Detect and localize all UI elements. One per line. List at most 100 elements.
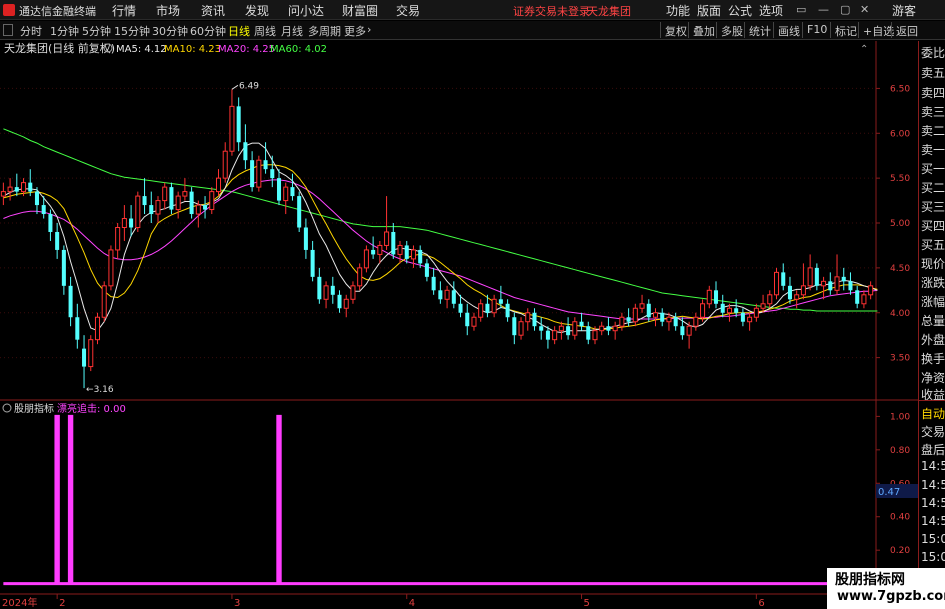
- candle-body: [821, 280, 827, 287]
- panel-toggle-icon[interactable]: [3, 24, 13, 36]
- candle-body: [478, 303, 484, 318]
- f10-button[interactable]: F10: [802, 22, 831, 38]
- candle-body: [465, 312, 470, 327]
- candle-body: [189, 191, 194, 215]
- sub-indicator-settings-icon[interactable]: [2, 403, 12, 413]
- mark-button[interactable]: 标记: [830, 22, 861, 38]
- tab-15min[interactable]: 15分钟: [114, 23, 150, 39]
- ma10-path: [3, 164, 878, 331]
- candle-body: [525, 312, 531, 323]
- tab-daily[interactable]: 日线: [228, 23, 250, 39]
- fuquan-button[interactable]: 复权: [660, 22, 691, 38]
- menu-gongshi[interactable]: 公式: [728, 2, 752, 19]
- tab-5min[interactable]: 5分钟: [82, 23, 111, 39]
- candle-body: [680, 326, 685, 336]
- menu-caifuquan[interactable]: 财富圈: [342, 2, 378, 19]
- value-tick-label: 0.40: [890, 513, 910, 523]
- current-stock-name: 天龙集团: [587, 5, 631, 18]
- menu-gongneng[interactable]: 功能: [666, 2, 690, 19]
- candle-body: [666, 316, 672, 323]
- tab-fenshi[interactable]: 分时: [20, 23, 42, 39]
- candle-body: [209, 191, 215, 211]
- candle-body: [485, 303, 490, 313]
- time-tick-label: 5: [584, 598, 590, 609]
- candle-body: [330, 285, 335, 295]
- tab-weekly[interactable]: 周线: [254, 23, 276, 39]
- candle-body: [444, 289, 450, 300]
- maximize-icon[interactable]: ▢: [840, 3, 850, 16]
- tab-1min[interactable]: 1分钟: [50, 23, 79, 39]
- tab-30min[interactable]: 30分钟: [152, 23, 188, 39]
- minimize-icon[interactable]: —: [818, 3, 829, 16]
- tick-time: 15:00: [921, 532, 945, 546]
- panel-collapse-icon[interactable]: ⌃: [860, 44, 868, 55]
- guest-account[interactable]: 游客: [892, 2, 916, 19]
- candle-body: [586, 326, 591, 340]
- quote-label: 净资: [921, 371, 945, 385]
- candle-body: [626, 317, 631, 322]
- layout-icon[interactable]: ▭: [796, 3, 806, 16]
- draw-line-button[interactable]: 画线: [773, 22, 804, 38]
- trade-label: 交易: [921, 425, 945, 439]
- candle-body: [410, 249, 416, 260]
- quote-label: 买三: [921, 200, 945, 214]
- candlesticks: [0, 89, 874, 389]
- candle-body: [68, 285, 73, 318]
- candle-body: [431, 276, 436, 291]
- quote-label: 买四: [921, 219, 945, 233]
- candle-body: [101, 285, 107, 318]
- menu-jiaoyi[interactable]: 交易: [396, 2, 420, 19]
- time-tick-label: 2024年: [2, 596, 37, 609]
- close-icon[interactable]: ✕: [860, 3, 869, 16]
- quote-label: 总量: [921, 314, 945, 328]
- candle-body: [290, 187, 295, 197]
- menu-zixun[interactable]: 资讯: [201, 2, 225, 19]
- sub-series-label: 漂亮追击: 0.00: [57, 402, 126, 415]
- panel-separator: [919, 400, 945, 401]
- menu-shichang[interactable]: 市场: [156, 2, 180, 19]
- candle-body: [660, 312, 665, 322]
- kline-chart[interactable]: 天龙集团(日线 前复权) MA5: 4.12 MA10: 4.23 MA20: …: [0, 41, 918, 609]
- multi-stock-button[interactable]: 多股: [716, 22, 747, 38]
- quote-label: 委比: [921, 46, 945, 60]
- candle-body: [337, 294, 342, 309]
- candle-body: [48, 214, 53, 232]
- candle-body: [848, 281, 853, 291]
- candle-body: [7, 186, 13, 193]
- candle-body: [566, 326, 571, 336]
- menu-xuanxiang[interactable]: 选项: [759, 2, 783, 19]
- quote-label: 买一: [921, 162, 945, 176]
- price-tick-label: 6.50: [890, 84, 910, 94]
- tab-multi-period[interactable]: 多周期: [308, 23, 341, 39]
- candle-body: [841, 276, 846, 282]
- more-chevron-icon[interactable]: ›: [367, 23, 371, 36]
- candle-body: [828, 281, 833, 291]
- menu-hangqing[interactable]: 行情: [112, 2, 136, 19]
- candle-body: [14, 187, 19, 192]
- high-marker-line: [231, 84, 239, 90]
- menu-wenxiaoda[interactable]: 问小达: [288, 2, 324, 19]
- price-tick-label: 5.00: [890, 219, 910, 229]
- price-tick-label: 3.50: [890, 354, 910, 364]
- menu-faxian[interactable]: 发现: [245, 2, 269, 19]
- candle-body: [861, 294, 867, 305]
- candle-body: [310, 249, 315, 277]
- back-button[interactable]: 返回: [891, 22, 922, 38]
- candle-body: [28, 182, 33, 192]
- ma10-line: [3, 164, 878, 331]
- tab-more[interactable]: 更多: [344, 23, 366, 39]
- candle-body: [639, 303, 645, 309]
- candle-body: [686, 325, 692, 336]
- tab-60min[interactable]: 60分钟: [190, 23, 226, 39]
- candle-body: [229, 105, 235, 152]
- candle-body: [632, 307, 638, 323]
- tab-monthly[interactable]: 月线: [281, 23, 303, 39]
- stats-button[interactable]: 统计: [744, 22, 775, 38]
- tick-time: 14:56: [921, 459, 945, 473]
- auto-toggle[interactable]: 自动: [921, 405, 945, 422]
- candle-body: [726, 307, 732, 314]
- candle-body: [243, 142, 248, 161]
- overlay-button[interactable]: 叠加: [688, 22, 719, 38]
- menu-banmian[interactable]: 版面: [697, 2, 721, 19]
- trade-login-warning[interactable]: 证券交易未登录: [513, 3, 590, 19]
